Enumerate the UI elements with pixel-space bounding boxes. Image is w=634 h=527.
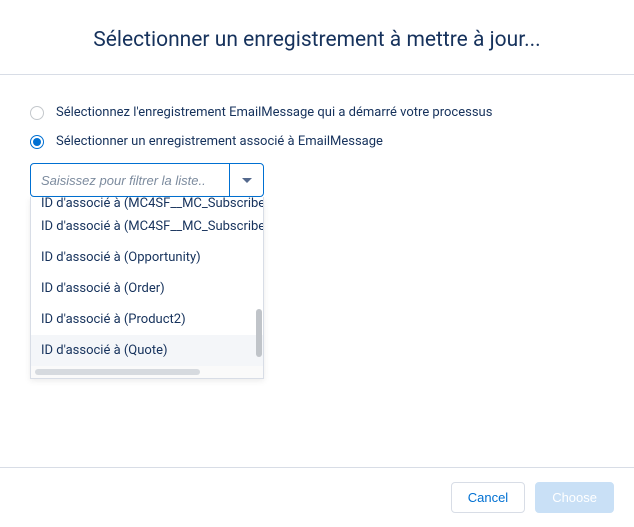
dropdown-list: ID d'associé à (MC4SF__MC_Subscriber) ID…	[31, 197, 263, 366]
combobox-input[interactable]	[31, 164, 229, 196]
chevron-down-icon	[242, 178, 252, 183]
dialog-footer: Cancel Choose	[0, 467, 634, 527]
dialog-content: Sélectionnez l'enregistrement EmailMessa…	[0, 75, 634, 217]
combobox-dropdown: ID d'associé à (MC4SF__MC_Subscriber) ID…	[30, 197, 264, 379]
record-combobox: ID d'associé à (MC4SF__MC_Subscriber) ID…	[30, 163, 264, 197]
radio-option-related-record[interactable]: Sélectionner un enregistrement associé à…	[30, 134, 604, 149]
radio-option-start-record[interactable]: Sélectionnez l'enregistrement EmailMessa…	[30, 105, 604, 120]
horizontal-scrollbar[interactable]	[31, 366, 263, 378]
dropdown-item[interactable]: ID d'associé à (Quote)	[31, 335, 263, 366]
dropdown-item[interactable]: ID d'associé à (Opportunity)	[31, 242, 263, 273]
dropdown-item[interactable]: ID d'associé à (MC4SF__MC_Subscriber2)	[31, 211, 263, 242]
dropdown-item[interactable]: ID d'associé à (Product2)	[31, 304, 263, 335]
combobox-toggle-button[interactable]	[229, 164, 263, 196]
combobox-control	[30, 163, 264, 197]
dropdown-item[interactable]: ID d'associé à (Order)	[31, 273, 263, 304]
cancel-button[interactable]: Cancel	[451, 482, 525, 513]
dropdown-item[interactable]: ID d'associé à (MC4SF__MC_Subscriber)	[31, 197, 263, 211]
dialog-header: Sélectionner un enregistrement à mettre …	[0, 0, 634, 74]
horizontal-scrollbar-thumb[interactable]	[35, 369, 200, 375]
vertical-scrollbar[interactable]	[256, 205, 262, 366]
dialog-title: Sélectionner un enregistrement à mettre …	[40, 28, 594, 52]
vertical-scrollbar-thumb[interactable]	[256, 309, 262, 357]
radio-label: Sélectionnez l'enregistrement EmailMessa…	[56, 105, 492, 120]
radio-label: Sélectionner un enregistrement associé à…	[56, 134, 383, 149]
radio-icon-selected	[30, 135, 44, 149]
radio-icon	[30, 106, 44, 120]
choose-button[interactable]: Choose	[535, 482, 614, 513]
